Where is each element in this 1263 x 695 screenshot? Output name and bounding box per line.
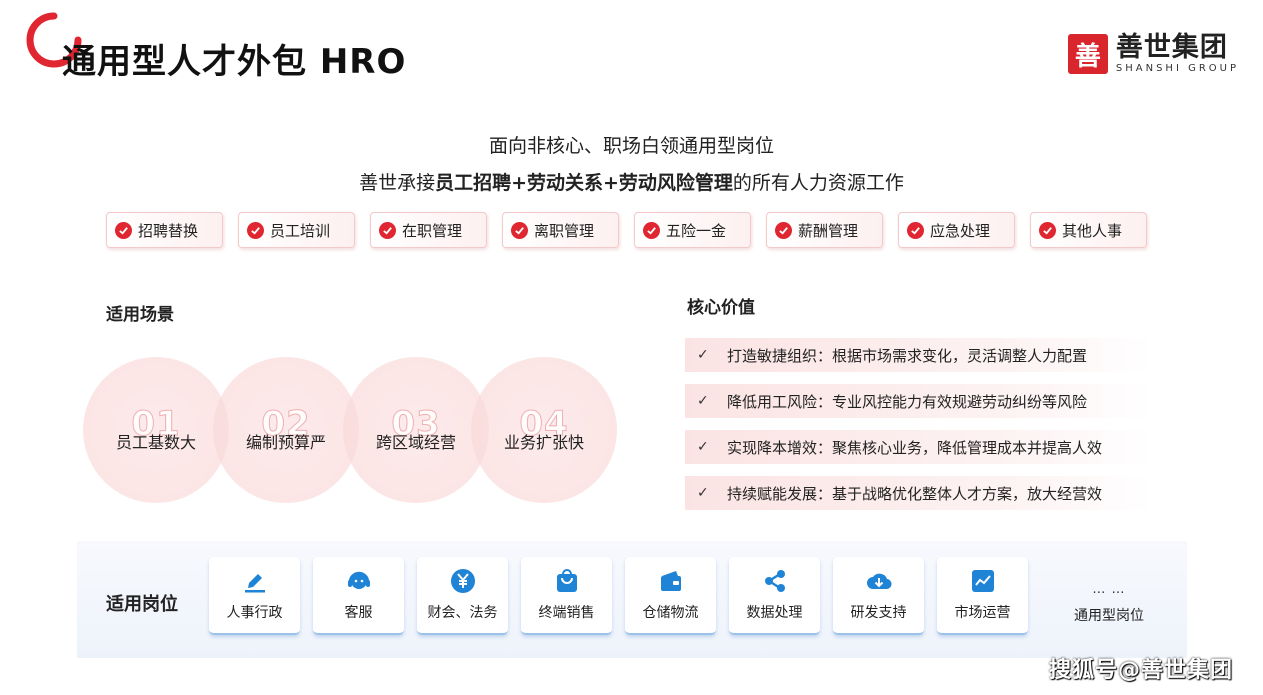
cloud-download-icon (866, 568, 892, 594)
shopping-bag-icon (554, 568, 580, 594)
intro-line-1: 面向非核心、职场白领通用型岗位 (488, 135, 774, 157)
pen-icon (242, 568, 268, 594)
service-tag: 在职管理 (370, 212, 487, 248)
page-title: 通用型人才外包 HRO (62, 42, 407, 82)
core-value-item: ✓ 降低用工风险：专业风控能力有效规避劳动纠纷等风险 (685, 384, 1153, 418)
check-icon: ✓ (697, 347, 709, 363)
check-icon: ✓ (697, 439, 709, 455)
check-circle-icon (115, 221, 132, 239)
wallet-icon (658, 568, 684, 594)
position-card: 财会、法务 (417, 557, 508, 635)
check-circle-icon (379, 221, 396, 239)
yuan-icon (450, 568, 476, 594)
watermark: 搜狐号@善世集团 (1048, 658, 1233, 683)
service-tag: 离职管理 (502, 212, 619, 248)
brand-subtitle: SHANSHI GROUP (1115, 63, 1239, 74)
check-circle-icon (907, 221, 924, 239)
chart-line-icon (970, 568, 996, 594)
position-card: 人事行政 (209, 557, 300, 635)
position-card: 客服 (313, 557, 404, 635)
core-values-heading: 核心价值 (687, 298, 755, 318)
position-card: 仓储物流 (625, 557, 716, 635)
service-tag: 薪酬管理 (766, 212, 883, 248)
scenario-circle: 02 编制预算严 (213, 357, 359, 503)
share-icon (762, 568, 788, 594)
check-icon: ✓ (697, 393, 709, 409)
service-tag: 应急处理 (898, 212, 1015, 248)
scenario-circles: 01 员工基数大 02 编制预算严 03 跨区域经营 04 业务扩张快 (83, 357, 623, 507)
position-card: 数据处理 (729, 557, 820, 635)
positions-heading: 适用岗位 (106, 594, 178, 615)
check-circle-icon (775, 221, 792, 239)
check-circle-icon (511, 221, 528, 239)
scenario-circle: 04 业务扩张快 (471, 357, 617, 503)
scenario-circle: 03 跨区域经营 (343, 357, 489, 503)
scenarios-heading: 适用场景 (106, 305, 174, 325)
positions-list: 人事行政 客服 财会、法务 终端销售 仓储物流 数据处理 研发支持 市场运营 (209, 557, 1028, 635)
service-tags: 招聘替换 员工培训 在职管理 离职管理 五险一金 薪酬管理 应急处理 其他人事 (106, 212, 1147, 248)
intro-line-2: 善世承接员工招聘+劳动关系+劳动风险管理的所有人力资源工作 (359, 172, 904, 194)
core-value-item: ✓ 持续赋能发展：基于战略优化整体人才方案，放大经营效 (685, 476, 1153, 510)
service-tag: 招聘替换 (106, 212, 223, 248)
brand-logo: 善 善世集团 SHANSHI GROUP (1067, 32, 1239, 74)
service-tag: 五险一金 (634, 212, 751, 248)
core-value-item: ✓ 实现降本增效：聚焦核心业务，降低管理成本并提高人效 (685, 430, 1153, 464)
headset-icon (346, 568, 372, 594)
check-circle-icon (1039, 221, 1056, 239)
scenario-circle: 01 员工基数大 (83, 357, 229, 503)
service-tag: 其他人事 (1030, 212, 1147, 248)
brand-name: 善世集团 (1115, 32, 1228, 63)
check-icon: ✓ (697, 485, 709, 501)
core-value-item: ✓ 打造敏捷组织：根据市场需求变化，灵活调整人力配置 (685, 338, 1153, 372)
check-circle-icon (643, 221, 660, 239)
position-card: 研发支持 (833, 557, 924, 635)
more-positions: … … 通用型岗位 (1074, 582, 1144, 624)
core-values-list: ✓ 打造敏捷组织：根据市场需求变化，灵活调整人力配置 ✓ 降低用工风险：专业风控能力… (685, 338, 1153, 510)
check-circle-icon (247, 221, 264, 239)
brand-mark-icon: 善 (1067, 34, 1108, 74)
service-tag: 员工培训 (238, 212, 355, 248)
position-card: 终端销售 (521, 557, 612, 635)
position-card: 市场运营 (937, 557, 1028, 635)
